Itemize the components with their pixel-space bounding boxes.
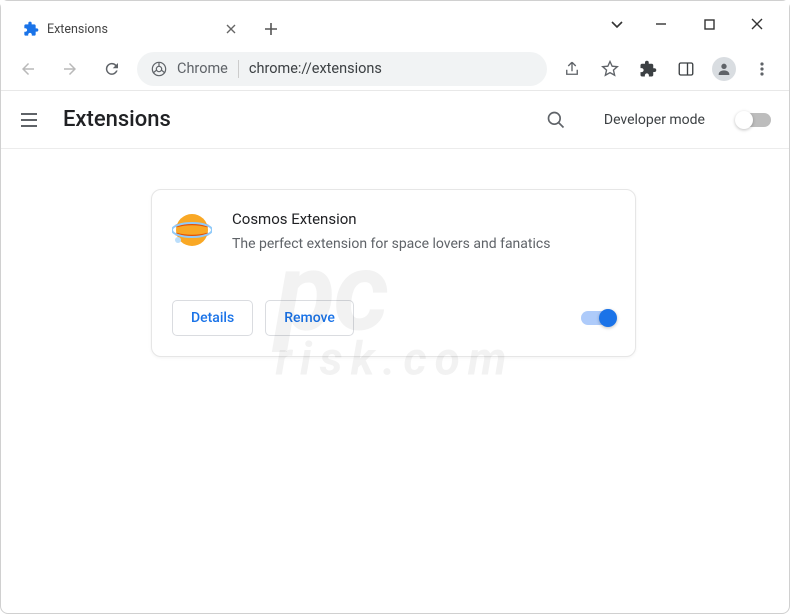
details-button[interactable]: Details — [172, 300, 253, 336]
avatar-icon — [712, 57, 736, 81]
forward-button — [53, 52, 87, 86]
reload-button[interactable] — [95, 52, 129, 86]
remove-button[interactable]: Remove — [265, 300, 354, 336]
extensions-content: Cosmos Extension The perfect extension f… — [1, 149, 789, 397]
toolbar-actions — [555, 52, 779, 86]
extensions-icon[interactable] — [631, 52, 665, 86]
tabstrip: Extensions — [1, 11, 597, 47]
extension-enable-toggle[interactable] — [581, 311, 615, 325]
developer-mode-label: Developer mode — [604, 112, 705, 128]
maximize-button[interactable] — [685, 6, 733, 42]
profile-button[interactable] — [707, 52, 741, 86]
menu-icon[interactable] — [745, 52, 779, 86]
url-prefix: Chrome — [177, 60, 228, 77]
extension-name: Cosmos Extension — [232, 210, 615, 228]
tab-close-icon[interactable] — [223, 21, 239, 37]
window-titlebar: Extensions — [1, 1, 789, 47]
new-tab-button[interactable] — [257, 15, 285, 43]
tab-title: Extensions — [47, 22, 215, 37]
back-button — [11, 52, 45, 86]
extensions-header: Extensions Developer mode — [1, 91, 789, 149]
bookmark-icon[interactable] — [593, 52, 627, 86]
share-icon[interactable] — [555, 52, 589, 86]
hamburger-icon[interactable] — [19, 110, 43, 130]
url-path: chrome://extensions — [249, 60, 382, 77]
puzzle-icon — [23, 21, 39, 37]
developer-mode-toggle[interactable] — [737, 113, 771, 127]
extension-description: The perfect extension for space lovers a… — [232, 234, 615, 254]
window-controls — [597, 1, 789, 47]
chrome-icon — [151, 61, 167, 77]
page-title: Extensions — [63, 107, 171, 132]
extension-app-icon — [172, 210, 212, 250]
browser-toolbar: Chrome chrome://extensions — [1, 47, 789, 91]
search-icon[interactable] — [546, 110, 566, 130]
close-button[interactable] — [733, 6, 781, 42]
tab-search-button[interactable] — [597, 6, 637, 42]
url-divider — [238, 60, 239, 78]
omnibox[interactable]: Chrome chrome://extensions — [137, 52, 547, 86]
minimize-button[interactable] — [637, 6, 685, 42]
browser-tab[interactable]: Extensions — [11, 11, 251, 47]
sidepanel-icon[interactable] — [669, 52, 703, 86]
extension-card: Cosmos Extension The perfect extension f… — [151, 189, 636, 357]
